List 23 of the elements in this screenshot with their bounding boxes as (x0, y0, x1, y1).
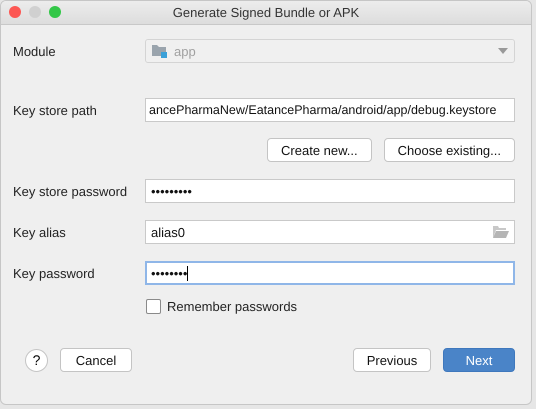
zoom-icon[interactable] (49, 6, 61, 18)
key-store-button[interactable]: Create new... (267, 138, 372, 162)
key-store-path-label: Key store path (13, 102, 98, 118)
input-field[interactable]: alias0 (145, 220, 515, 244)
field-label: Key store password (13, 184, 128, 198)
password-field[interactable]: ••••••••• (145, 179, 515, 203)
remember-checkbox[interactable] (146, 299, 161, 314)
close-icon[interactable] (9, 6, 21, 18)
field-label: Key password (13, 266, 96, 280)
field-label: Key alias (13, 224, 67, 240)
folder-icon (152, 44, 168, 58)
key-store-button[interactable]: Choose existing... (384, 138, 515, 162)
module-label: Module (13, 44, 57, 58)
caret-icon (498, 48, 508, 54)
folder-icon (493, 226, 509, 238)
cancel-button[interactable]: Cancel (60, 348, 132, 372)
password-field[interactable]: •••••••• (145, 261, 515, 285)
next-button[interactable]: Next (443, 348, 515, 372)
help-button[interactable]: ? (25, 348, 48, 372)
window-title: Generate Signed Bundle or APK (172, 5, 360, 20)
previous-button[interactable]: Previous (353, 348, 431, 372)
key-store-path-field[interactable]: ancePharmaNew/EatancePharma/android/app/debug.keystore (145, 98, 515, 122)
checkbox-label: Remember passwords (167, 299, 298, 314)
